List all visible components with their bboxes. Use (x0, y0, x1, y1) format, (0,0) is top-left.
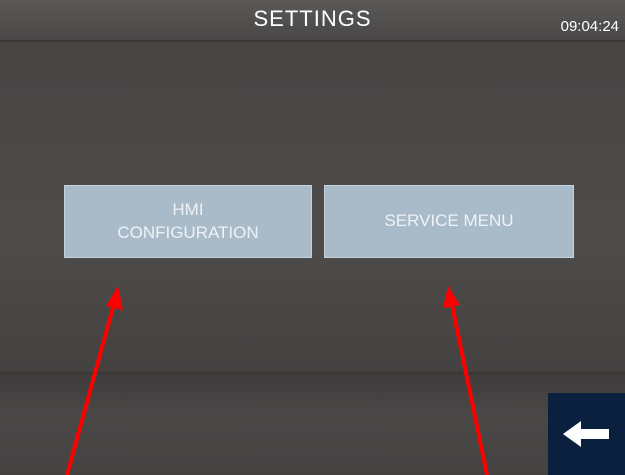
service-button-label: SERVICE MENU (384, 211, 514, 231)
back-arrow-icon (563, 421, 609, 447)
hmi-configuration-button[interactable]: HMI CONFIGURATION (64, 185, 312, 258)
hmi-button-label-line1: HMI (172, 199, 204, 219)
clock: 09:04:24 (560, 18, 619, 35)
hmi-button-label-line2: CONFIGURATION (117, 222, 259, 242)
service-menu-button[interactable]: SERVICE MENU (324, 185, 574, 258)
hmi-screen: SETTINGS 09:04:24 HMI CONFIGURATION SERV… (0, 0, 625, 475)
page-title: SETTINGS (253, 6, 372, 31)
back-button[interactable] (548, 393, 625, 475)
title-bar: SETTINGS 09:04:24 (0, 0, 625, 42)
bottom-bar (0, 372, 625, 475)
